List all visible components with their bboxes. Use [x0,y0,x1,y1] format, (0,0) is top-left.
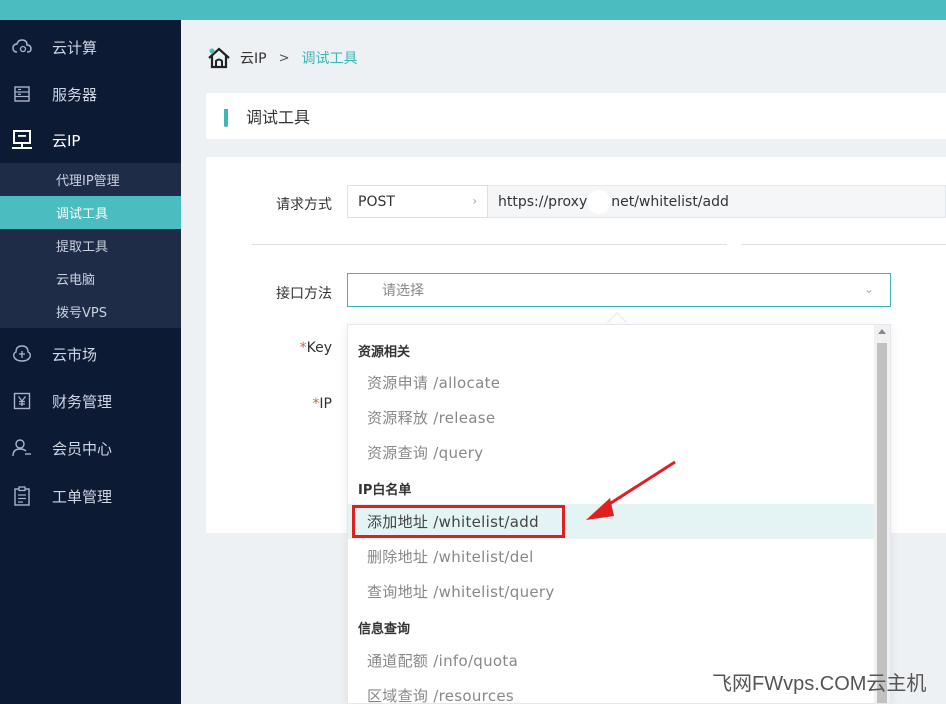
sidebar-item-cloud-market[interactable]: 云市场 [0,331,181,377]
top-bar [0,0,946,20]
scroll-thumb[interactable] [877,343,887,703]
request-url-field: https://proxy net/whitelist/add [488,185,946,218]
sidebar-item-ticket[interactable]: 工单管理 [0,473,181,519]
monitor-icon [11,129,33,151]
sidebar-item-label: 会员中心 [52,439,113,458]
sidebar-item-member-center[interactable]: 会员中心 [0,425,181,471]
divider [741,244,946,245]
highlight-box [352,505,565,538]
scroll-up-arrow-icon[interactable] [878,329,886,334]
option-release[interactable]: 资源释放 /release [348,400,875,435]
api-method-placeholder: 请选择 [382,283,424,299]
url-path: net/whitelist/add [611,193,729,210]
option-group-resource: 资源相关 [358,345,411,360]
sidebar-item-label: 工单管理 [52,487,113,506]
option-group-whitelist: IP白名单 [358,483,412,498]
annotation-arrow-icon [586,460,676,520]
ticket-icon [11,485,33,507]
title-accent-bar [224,105,228,127]
sidebar-item-cloud-computing[interactable]: 云计算 [0,24,181,70]
cloud-icon [11,36,33,58]
divider [252,244,727,245]
chevron-right-icon: › [472,194,477,208]
url-prefix: https://proxy [498,193,588,210]
sidebar-item-label: 服务器 [52,85,98,104]
request-method-select[interactable]: POST › [347,185,488,218]
option-group-info: 信息查询 [358,622,411,637]
api-method-select[interactable]: 请选择 ⌄ [347,273,891,307]
sidebar-item-cloud-ip[interactable]: 云IP [0,117,181,163]
watermark: 飞网FWvps.COM云主机 [712,673,927,695]
home-icon[interactable] [206,46,232,70]
breadcrumb-root[interactable]: 云IP [240,48,267,68]
key-label: *Key [299,340,332,356]
redaction-mask [587,189,612,214]
sidebar: 云计算 服务器 云IP 代理IP管理 调试工具 提取工具 云电脑 拨号VPS 云… [0,20,181,704]
submenu-item-proxy-ip[interactable]: 代理IP管理 [0,163,181,196]
market-icon [11,343,33,365]
chevron-down-icon: ⌄ [863,282,874,296]
breadcrumb: 云IP > 调试工具 [206,44,357,72]
submenu-item-cloud-pc[interactable]: 云电脑 [0,262,181,295]
page-title: 调试工具 [246,108,311,127]
option-allocate[interactable]: 资源申请 /allocate [348,365,875,400]
ip-label: *IP [312,396,332,412]
api-method-label: 接口方法 [276,286,332,302]
submenu-item-debug-tool[interactable]: 调试工具 [0,196,181,229]
cloud-ip-submenu: 代理IP管理 调试工具 提取工具 云电脑 拨号VPS [0,163,181,328]
request-method-value: POST [358,193,395,210]
dropdown-scrollbar[interactable] [874,325,890,703]
sidebar-item-label: 云市场 [52,345,98,364]
sidebar-item-label: 云IP [52,131,81,150]
sidebar-item-label: 财务管理 [52,392,113,411]
option-whitelist-del[interactable]: 删除地址 /whitelist/del [348,539,875,574]
submenu-item-dial-vps[interactable]: 拨号VPS [0,295,181,328]
breadcrumb-separator: > [278,50,290,66]
server-icon [11,83,33,105]
sidebar-item-server[interactable]: 服务器 [0,71,181,117]
submenu-item-extract-tool[interactable]: 提取工具 [0,229,181,262]
sidebar-item-finance[interactable]: 财务管理 [0,378,181,424]
request-method-label: 请求方式 [276,197,332,213]
breadcrumb-current: 调试工具 [301,51,358,67]
sidebar-item-label: 云计算 [52,38,98,57]
option-whitelist-query[interactable]: 查询地址 /whitelist/query [348,574,875,609]
page-title-bar: 调试工具 [206,93,946,139]
user-icon [11,437,33,459]
yen-icon [11,390,33,412]
